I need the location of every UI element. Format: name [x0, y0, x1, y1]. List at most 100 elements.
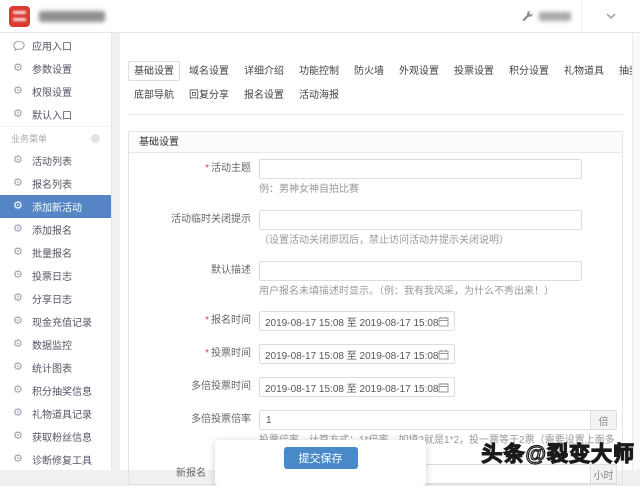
sidebar-item-label: 权限设置 — [32, 88, 72, 99]
sidebar-item-label: 现金充值记录 — [32, 318, 92, 329]
sidebar-section-label: 业务菜单 — [11, 133, 48, 144]
gear-icon: ⚙ — [13, 292, 23, 304]
sidebar-item-points-lottery-info[interactable]: ⚙ 积分抽奖信息 — [0, 379, 111, 402]
field-label: * 活动主题 — [205, 163, 251, 174]
multi-vote-time-range-picker[interactable]: 2019-08-17 15:08 至 2019-08-17 15:08 — [259, 377, 455, 397]
gear-icon: ⚙ — [13, 246, 23, 258]
tab-function-control[interactable]: 功能控制 — [293, 61, 345, 81]
sidebar-item-label: 批量报名 — [32, 249, 72, 260]
sidebar-item-gift-prop-records[interactable]: ⚙ 礼物道具记录 — [0, 402, 111, 425]
sidebar-item-vote-log[interactable]: ⚙ 投票日志 — [0, 264, 111, 287]
rate-unit-addon: 倍 — [591, 410, 617, 430]
required-mark: * — [205, 163, 209, 174]
field-hint: （设置活动关闭原因后，禁止访问活动并提示关闭说明） — [259, 235, 509, 246]
sidebar-item-share-log[interactable]: ⚙ 分享日志 — [0, 287, 111, 310]
sidebar-item-label: 添加新活动 — [32, 203, 82, 214]
tab-signup-settings[interactable]: 报名设置 — [238, 85, 290, 105]
sidebar-item-label: 投票日志 — [32, 272, 72, 283]
gear-icon: ⚙ — [13, 407, 23, 419]
date-range-value: 2019-08-17 15:08 至 2019-08-17 15:08 — [265, 317, 439, 329]
sidebar-item-label: 数据监控 — [32, 341, 72, 352]
sidebar-item-label: 统计图表 — [32, 364, 72, 375]
gear-icon: ⚙ — [13, 177, 23, 189]
gear-icon: ⚙ — [13, 223, 23, 235]
sidebar-item-stats-charts[interactable]: ⚙ 统计图表 — [0, 356, 111, 379]
gear-icon: ⚙ — [13, 200, 23, 212]
tab-basic-settings[interactable]: 基础设置 — [128, 61, 180, 81]
sidebar: 应用入口 ⚙ 参数设置 ⚙ 权限设置 ⚙ 默认入口 业务菜单 ⚙ 活动列表 ⚙ … — [0, 33, 112, 470]
user-name-blurred — [539, 11, 571, 21]
account-dropdown[interactable] — [582, 0, 640, 32]
gear-icon: ⚙ — [13, 62, 23, 74]
tab-firewall[interactable]: 防火墙 — [348, 61, 390, 81]
sidebar-item-diagnose-repair-tools[interactable]: ⚙ 诊断修复工具 — [0, 448, 111, 471]
sidebar-item-app-entry[interactable]: 应用入口 — [0, 34, 111, 57]
save-button[interactable]: 提交保存 — [283, 447, 358, 469]
temp-close-notice-input[interactable] — [259, 210, 582, 230]
tab-appearance-settings[interactable]: 外观设置 — [393, 61, 445, 81]
tab-activity-poster[interactable]: 活动海报 — [293, 85, 345, 105]
tab-bottom-nav[interactable]: 底部导航 — [128, 85, 180, 105]
gear-icon: ⚙ — [13, 384, 23, 396]
sidebar-item-add-signup[interactable]: ⚙ 添加报名 — [0, 218, 111, 241]
default-description-input[interactable] — [259, 261, 582, 281]
sidebar-item-label: 应用入口 — [32, 42, 72, 53]
tab-vote-settings[interactable]: 投票设置 — [448, 61, 500, 81]
calendar-icon — [438, 349, 449, 360]
comment-icon — [13, 40, 27, 52]
sidebar-item-label: 活动列表 — [32, 157, 72, 168]
sidebar-item-signup-list[interactable]: ⚙ 报名列表 — [0, 172, 111, 195]
app-logo — [9, 5, 30, 27]
top-bar — [0, 0, 640, 33]
field-label: 默认描述 — [211, 265, 251, 276]
field-default-description: 默认描述 用户报名未填描述时显示。（例：我有我风采，为什么不秀出来！） — [129, 261, 622, 298]
gear-icon: ⚙ — [13, 108, 23, 120]
vote-time-range-picker[interactable]: 2019-08-17 15:08 至 2019-08-17 15:08 — [259, 344, 455, 364]
watermark-text: 头条@裂变大师 — [481, 442, 635, 466]
sidebar-item-permission-settings[interactable]: ⚙ 权限设置 — [0, 80, 111, 103]
sidebar-item-fans-info[interactable]: ⚙ 获取粉丝信息 — [0, 425, 111, 448]
sidebar-item-param-settings[interactable]: ⚙ 参数设置 — [0, 57, 111, 80]
gear-icon: ⚙ — [13, 315, 23, 327]
user-menu[interactable] — [511, 0, 581, 32]
sidebar-item-data-monitor[interactable]: ⚙ 数据监控 — [0, 333, 111, 356]
panel-title: 基础设置 — [129, 132, 622, 153]
calendar-icon — [438, 316, 449, 327]
field-label: 多倍投票时间 — [191, 381, 251, 392]
tab-points-settings[interactable]: 积分设置 — [503, 61, 555, 81]
sidebar-item-add-activity[interactable]: ⚙ 添加新活动 — [0, 195, 111, 218]
activity-theme-input[interactable] — [259, 159, 582, 179]
sidebar-item-label: 报名列表 — [32, 180, 72, 191]
field-hint: 例：男神女神自拍比赛 — [259, 184, 359, 195]
sidebar-item-label: 默认入口 — [32, 111, 72, 122]
sidebar-item-label: 添加报名 — [32, 226, 72, 237]
tools-icon — [521, 10, 534, 23]
date-range-value: 2019-08-17 15:08 至 2019-08-17 15:08 — [265, 383, 439, 395]
sidebar-item-label: 分享日志 — [32, 295, 72, 306]
app-title-blurred — [39, 10, 105, 22]
sidebar-section-business: 业务菜单 — [0, 126, 111, 149]
field-vote-time: * 投票时间 2019-08-17 15:08 至 2019-08-17 15:0… — [129, 344, 622, 364]
page-scrollbar[interactable] — [632, 33, 640, 470]
sidebar-item-label: 积分抽奖信息 — [32, 387, 92, 398]
multi-vote-rate-input[interactable] — [259, 410, 591, 430]
sidebar-item-label: 礼物道具记录 — [32, 410, 92, 421]
main-content: 基础设置 域名设置 详细介绍 功能控制 防火墙 外观设置 投票设置 积分设置 礼… — [120, 33, 640, 485]
field-label: * 投票时间 — [205, 348, 251, 359]
tab-gift-props[interactable]: 礼物道具 — [558, 61, 610, 81]
field-multi-vote-time: 多倍投票时间 2019-08-17 15:08 至 2019-08-17 15:… — [129, 377, 622, 397]
sidebar-item-label: 参数设置 — [32, 65, 72, 76]
gear-icon: ⚙ — [13, 85, 23, 97]
section-collapse-icon[interactable] — [91, 133, 100, 143]
signup-time-range-picker[interactable]: 2019-08-17 15:08 至 2019-08-17 15:08 — [259, 311, 455, 331]
sidebar-item-cash-recharge-records[interactable]: ⚙ 现金充值记录 — [0, 310, 111, 333]
floating-save-bar: 提交保存 — [215, 440, 426, 486]
sidebar-item-default-entry[interactable]: ⚙ 默认入口 — [0, 103, 111, 126]
tab-reply-share[interactable]: 回复分享 — [183, 85, 235, 105]
tab-detail-intro[interactable]: 详细介绍 — [238, 61, 290, 81]
sidebar-item-activity-list[interactable]: ⚙ 活动列表 — [0, 149, 111, 172]
settings-tabs: 基础设置 域名设置 详细介绍 功能控制 防火墙 外观设置 投票设置 积分设置 礼… — [128, 61, 640, 115]
tab-domain-settings[interactable]: 域名设置 — [183, 61, 235, 81]
sidebar-item-batch-signup[interactable]: ⚙ 批量报名 — [0, 241, 111, 264]
required-mark: * — [205, 348, 209, 359]
